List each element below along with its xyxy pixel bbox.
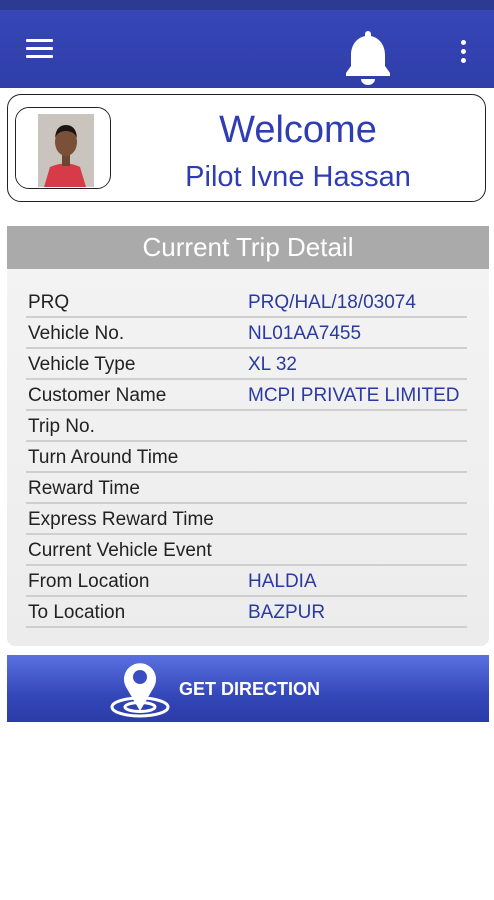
detail-row-vehicle-no: Vehicle No. NL01AA7455 <box>26 318 467 349</box>
detail-label: Reward Time <box>28 478 140 499</box>
detail-label: Current Vehicle Event <box>28 540 212 561</box>
detail-value: PRQ/HAL/18/03074 <box>248 292 416 313</box>
detail-row-current-vehicle-event: Current Vehicle Event <box>26 535 467 566</box>
detail-label: From Location <box>28 571 150 592</box>
bell-icon[interactable] <box>343 28 393 86</box>
more-vertical-icon[interactable] <box>453 38 473 66</box>
detail-row-trip-no: Trip No. <box>26 411 467 442</box>
pilot-name: Pilot Ivne Hassan <box>185 161 411 193</box>
detail-label: Vehicle No. <box>28 323 125 344</box>
detail-value: BAZPUR <box>248 602 326 623</box>
get-direction-label: GET DIRECTION <box>179 679 321 699</box>
avatar <box>15 107 111 189</box>
detail-row-express-reward-time: Express Reward Time <box>26 504 467 535</box>
detail-label: Turn Around Time <box>28 447 179 468</box>
detail-row-to-location: To Location BAZPUR <box>26 597 467 628</box>
get-direction-button[interactable]: GET DIRECTION <box>7 655 489 722</box>
detail-label: Customer Name <box>28 385 167 406</box>
detail-row-turn-around-time: Turn Around Time <box>26 442 467 473</box>
trip-detail-panel: PRQ PRQ/HAL/18/03074 Vehicle No. NL01AA7… <box>7 269 489 646</box>
detail-label: Express Reward Time <box>28 509 214 530</box>
detail-value: HALDIA <box>248 571 317 592</box>
status-bar <box>0 0 494 10</box>
map-pin-icon <box>110 663 170 718</box>
detail-value: NL01AA7455 <box>248 323 362 344</box>
app-bar <box>0 10 494 88</box>
detail-label: Vehicle Type <box>28 354 136 375</box>
detail-value: MCPI PRIVATE LIMITED <box>248 385 460 406</box>
welcome-card: Welcome Pilot Ivne Hassan <box>7 94 486 202</box>
detail-row-vehicle-type: Vehicle Type XL 32 <box>26 349 467 380</box>
detail-label: Trip No. <box>28 416 95 437</box>
detail-row-from-location: From Location HALDIA <box>26 566 467 597</box>
hamburger-menu-icon[interactable] <box>26 39 54 59</box>
detail-row-customer-name: Customer Name MCPI PRIVATE LIMITED <box>26 380 467 411</box>
detail-row-prq: PRQ PRQ/HAL/18/03074 <box>26 287 467 318</box>
trip-detail-header: Current Trip Detail <box>7 226 489 269</box>
detail-row-reward-time: Reward Time <box>26 473 467 504</box>
detail-value: XL 32 <box>248 354 297 375</box>
detail-label: To Location <box>28 602 126 623</box>
detail-label: PRQ <box>28 292 70 313</box>
welcome-title: Welcome <box>219 109 377 151</box>
